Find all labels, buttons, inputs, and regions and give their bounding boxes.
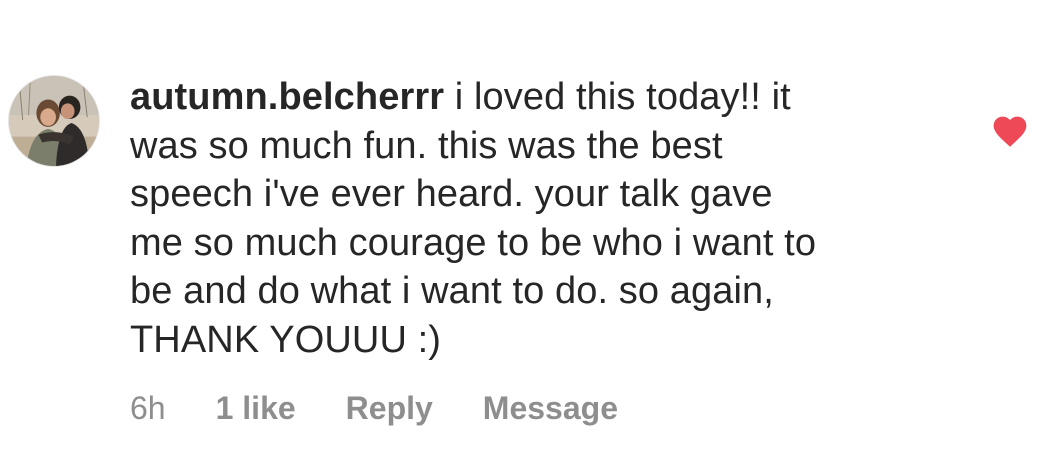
message-button[interactable]: Message bbox=[483, 390, 618, 427]
comment-meta: 6h 1 like Reply Message bbox=[130, 386, 618, 430]
comment-text: autumn.belcherrr i loved this today!! it… bbox=[130, 73, 930, 364]
comment-text-line: be and do what i want to do. so again, bbox=[130, 270, 774, 312]
username[interactable]: autumn.belcherrr bbox=[130, 76, 444, 118]
comment-text-line: speech i've ever heard. your talk gave bbox=[130, 173, 773, 215]
heart-icon[interactable] bbox=[990, 112, 1030, 148]
reply-button[interactable]: Reply bbox=[346, 390, 433, 427]
avatar[interactable] bbox=[8, 75, 100, 167]
comment-text-line: was so much fun. this was the best bbox=[130, 124, 723, 167]
comment-item: autumn.belcherrr i loved this today!! it… bbox=[0, 0, 1061, 464]
comment-text-line: me so much courage to be who i want to bbox=[130, 221, 817, 264]
heart-filled-icon bbox=[993, 116, 1027, 147]
comment-text-line: THANK YOUUU :) bbox=[130, 318, 442, 361]
comment-line-1: autumn.belcherrr i loved this today!! it bbox=[130, 73, 930, 122]
profile-photo-icon bbox=[9, 76, 99, 166]
comment-text-line: i loved this today!! it bbox=[444, 76, 791, 118]
timestamp: 6h bbox=[130, 389, 166, 426]
likes-count-button[interactable]: 1 like bbox=[216, 390, 296, 427]
